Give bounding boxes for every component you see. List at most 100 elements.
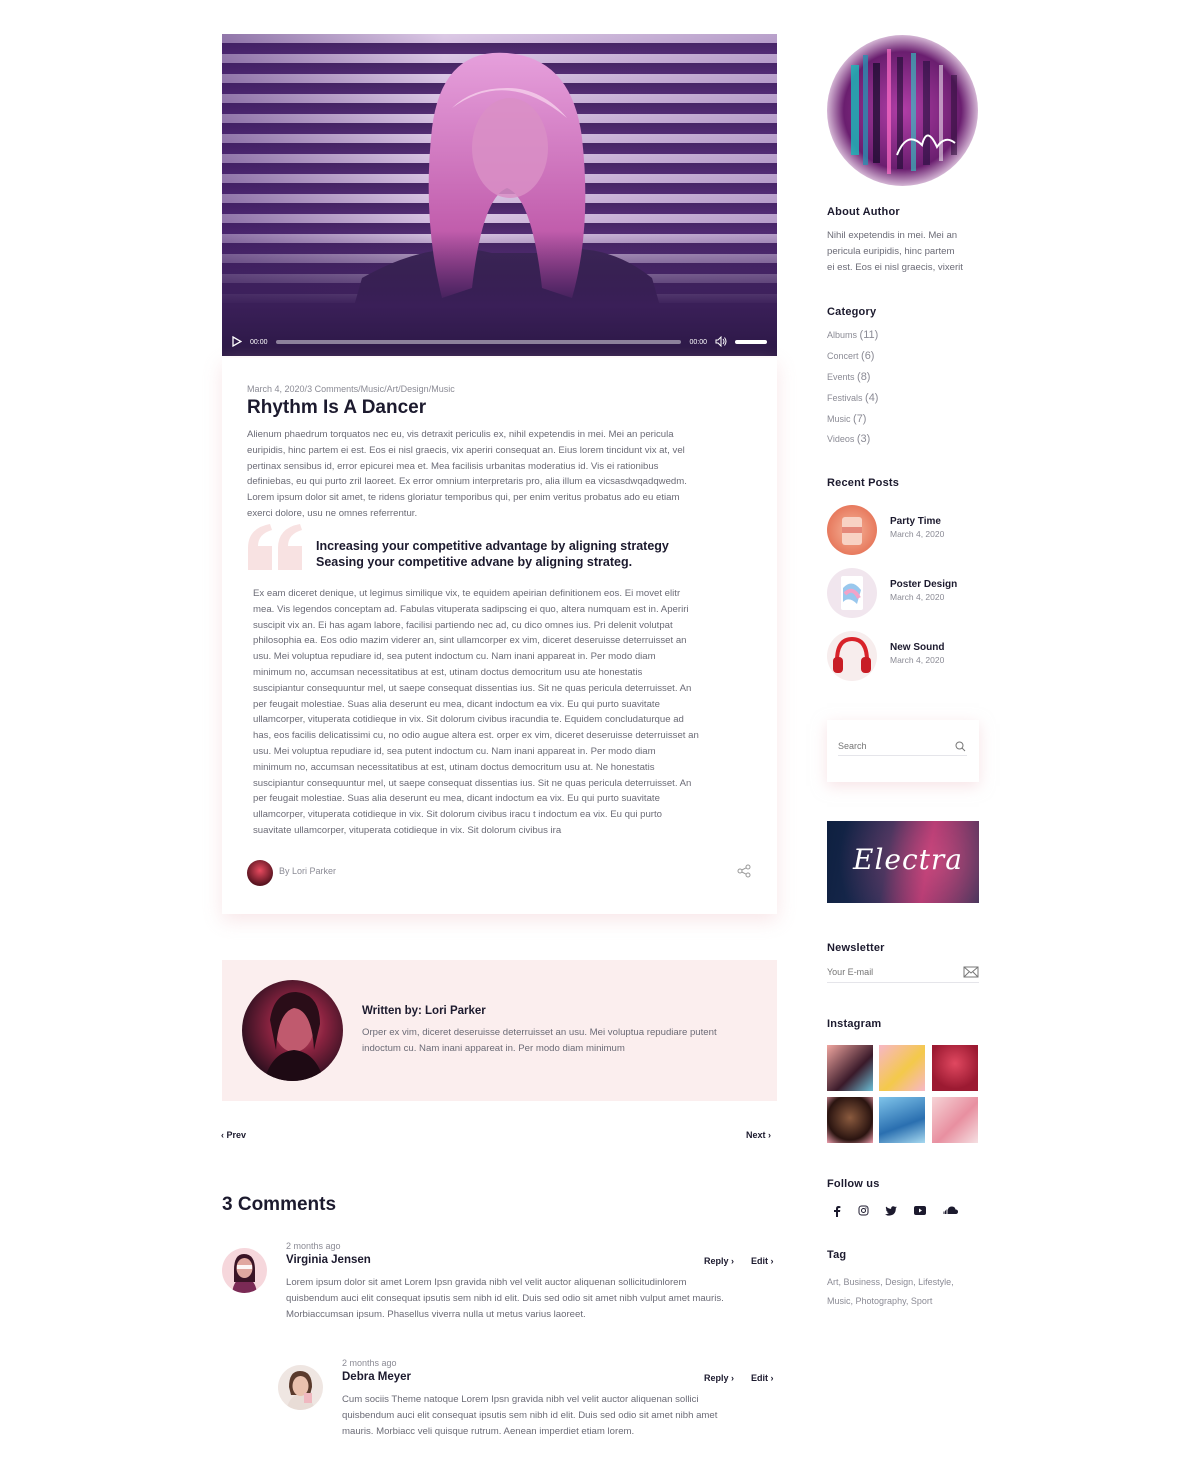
recent-post-title[interactable]: New Sound <box>890 642 944 653</box>
share-icon[interactable] <box>737 864 751 878</box>
text-line: mea. Vis legendos conceptam ad. Fabulas … <box>253 603 689 615</box>
recent-post-thumb[interactable] <box>827 568 877 618</box>
reply-label: Reply <box>704 1256 729 1266</box>
edit-button[interactable]: Edit › <box>751 1373 774 1383</box>
category-item[interactable]: Concert (6) <box>827 350 874 362</box>
text-line: euripidis, hinc partem ei est. Eos ei ni… <box>247 444 685 456</box>
tag-link[interactable]: Lifestyle <box>918 1277 951 1287</box>
recent-post-date: March 4, 2020 <box>890 655 945 665</box>
recent-post-date: March 4, 2020 <box>890 592 945 602</box>
post-category-link[interactable]: Design <box>401 384 429 394</box>
comment-author: Debra Meyer <box>342 1371 412 1383</box>
instagram-photo[interactable] <box>932 1097 978 1143</box>
text-line: Lorem ipsum dolor sit amet Lorem Ipsn gr… <box>286 1277 687 1288</box>
category-label: Music <box>827 414 851 424</box>
tag-link[interactable]: Sport <box>911 1296 933 1306</box>
quote-line: Increasing your competitive advantage by… <box>316 539 669 553</box>
text-line: Ex eam diceret denique, ut legimus simil… <box>253 588 681 599</box>
text-line: minimum no, accumsan necessitatibus at e… <box>253 666 643 678</box>
chevron-right-icon: › <box>768 1130 772 1140</box>
instagram-photo[interactable] <box>932 1045 978 1091</box>
youtube-icon[interactable] <box>914 1206 926 1215</box>
reply-button[interactable]: Reply › <box>704 1256 734 1266</box>
post-category-link[interactable]: Art <box>387 384 399 394</box>
soundcloud-icon[interactable] <box>943 1206 958 1214</box>
instagram-photo[interactable] <box>827 1097 873 1143</box>
tag-link[interactable]: Art <box>827 1277 839 1287</box>
text-line: pertinax sensibus id, error epicurei mea… <box>247 460 659 472</box>
instagram-photo[interactable] <box>879 1045 925 1091</box>
text-line: Lorem ipsum dolor sit amet, te ridens gl… <box>247 492 680 504</box>
text-line: ei est. Eos ei nisl graecis, vixerit <box>827 261 963 273</box>
category-item[interactable]: Events (8) <box>827 371 870 383</box>
category-item[interactable]: Albums (11) <box>827 329 878 341</box>
category-item[interactable]: Videos (3) <box>827 433 870 445</box>
reply-label: Reply <box>704 1373 729 1383</box>
category-item[interactable]: Festivals (4) <box>827 392 878 404</box>
progress-bar[interactable] <box>275 340 682 344</box>
chevron-right-icon: › <box>731 1256 735 1266</box>
post-comments-link[interactable]: 3 Comments <box>307 384 358 394</box>
recent-post-title[interactable]: Party Time <box>890 516 941 527</box>
newsletter-title: Newsletter <box>827 942 885 954</box>
comment-avatar <box>222 1248 267 1293</box>
post-category-link[interactable]: Music <box>361 384 385 394</box>
category-label: Videos <box>827 434 855 444</box>
prev-post-link[interactable]: ‹ Prev <box>221 1130 246 1140</box>
text-line: Orper ex vim, diceret deseruisse deterru… <box>362 1027 717 1038</box>
tag-title: Tag <box>827 1249 847 1261</box>
reply-button[interactable]: Reply › <box>704 1373 734 1383</box>
blockquote: Increasing your competitive advantage by… <box>316 538 736 570</box>
tag-link[interactable]: Business <box>844 1277 881 1287</box>
instagram-photo[interactable] <box>827 1045 873 1091</box>
facebook-icon[interactable] <box>833 1205 841 1217</box>
text-line: quisbendum auci elit consequat ipsutis s… <box>286 1292 724 1304</box>
comment-text: Cum sociis Theme natoque Lorem Ipsn grav… <box>342 1392 782 1439</box>
text-line: indoctum cu. Nam inani appareat in. Per … <box>362 1042 625 1054</box>
sidebar-banner[interactable]: Electra <box>827 821 979 903</box>
text-line: Nihil expetendis in mei. Mei an <box>827 230 958 241</box>
post-intro: Alienum phaedrum torquatos nec eu, vis d… <box>247 427 762 522</box>
text-line: quisbendum auci elit consequat ipsutis s… <box>342 1409 718 1421</box>
category-label: Concert <box>827 351 859 361</box>
text-line: suscipiantur consequuntur mel, ut saepe … <box>253 682 692 694</box>
video-controls: 00:00 00:00 <box>222 328 777 356</box>
tag-link[interactable]: Design <box>885 1277 913 1287</box>
text-line: exerci dolore, usu ne omnes referrentur. <box>247 507 418 519</box>
text-line: ullamcorper, vituperata cotidieque in vi… <box>253 714 684 726</box>
text-line: usu. Mei voluptua repudiare id, sea pute… <box>253 745 656 757</box>
recent-post-title[interactable]: Poster Design <box>890 579 957 590</box>
edit-button[interactable]: Edit › <box>751 1256 774 1266</box>
text-line: usu. Mei voluptua repudiare id, sea pute… <box>253 651 656 663</box>
search-icon[interactable] <box>955 741 966 752</box>
newsletter-underline <box>827 982 979 983</box>
volume-slider[interactable] <box>735 340 767 344</box>
tag-link[interactable]: Photography <box>856 1296 906 1306</box>
text-line: per feugait molestiae. Suas alia deserun… <box>253 793 660 805</box>
post-date[interactable]: March 4, 2020 <box>247 384 305 394</box>
instagram-icon[interactable] <box>858 1205 869 1216</box>
instagram-photo[interactable] <box>879 1097 925 1143</box>
newsletter-email-input[interactable] <box>827 965 952 979</box>
category-count: (7) <box>853 413 867 425</box>
recent-post-thumb[interactable] <box>827 631 877 681</box>
search-input[interactable] <box>838 738 953 754</box>
post-category-link[interactable]: Music <box>431 384 455 394</box>
next-post-link[interactable]: Next › <box>746 1130 771 1140</box>
category-item[interactable]: Music (7) <box>827 413 866 425</box>
play-icon[interactable] <box>232 335 243 349</box>
comment-author: Virginia Jensen <box>286 1254 371 1266</box>
author-photo <box>242 980 343 1081</box>
tag-link[interactable]: Music <box>827 1296 851 1306</box>
search-widget <box>827 720 979 782</box>
text-line: pericula euripidis, hinc partem <box>827 245 955 257</box>
edit-label: Edit <box>751 1256 768 1266</box>
recent-post-thumb[interactable] <box>827 505 877 555</box>
envelope-icon[interactable] <box>963 966 979 978</box>
video-player[interactable]: 00:00 00:00 <box>222 34 777 356</box>
twitter-icon[interactable] <box>885 1206 897 1216</box>
post-byline[interactable]: By Lori Parker <box>279 866 336 876</box>
author-avatar[interactable] <box>247 860 273 886</box>
volume-icon[interactable] <box>715 335 727 349</box>
author-box-title: Written by: Lori Parker <box>362 1005 486 1017</box>
